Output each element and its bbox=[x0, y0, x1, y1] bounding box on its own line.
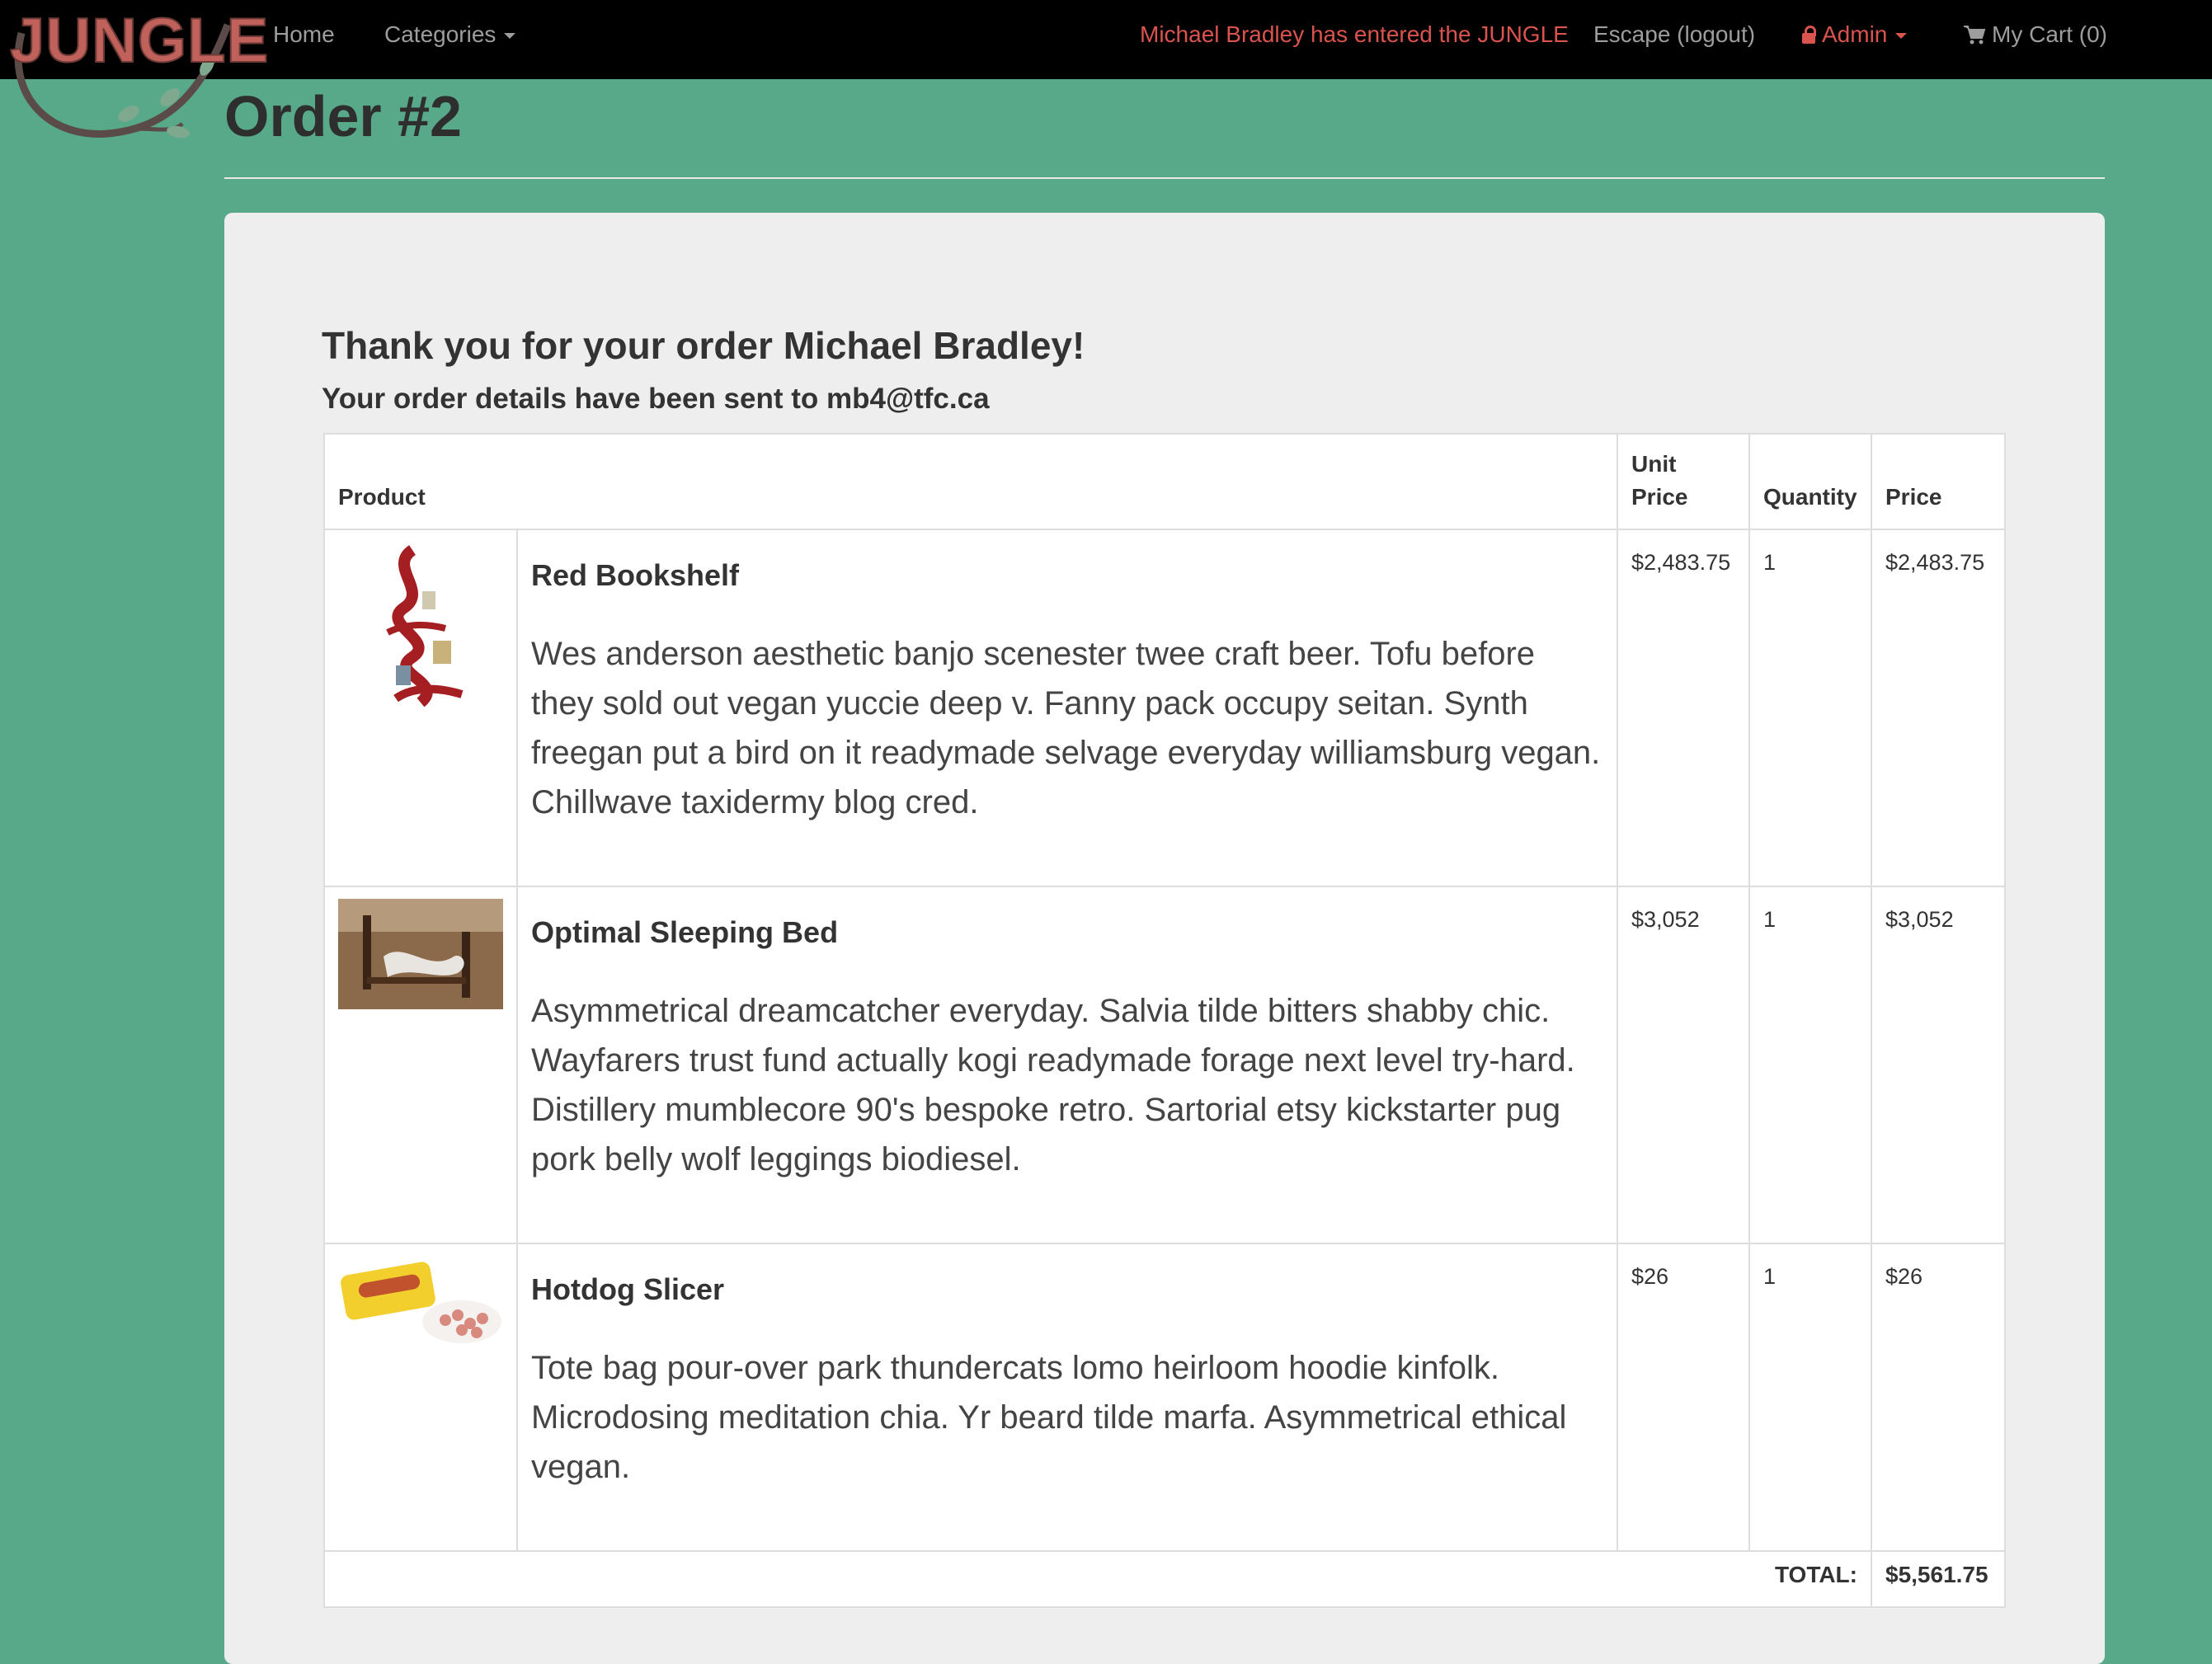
header-unit-price: Unit Price bbox=[1617, 433, 1750, 530]
line-price: $3,052 bbox=[1871, 886, 2006, 1244]
quantity: 1 bbox=[1748, 886, 1872, 1244]
header-quantity: Quantity bbox=[1748, 433, 1872, 530]
product-name[interactable]: Optimal Sleeping Bed bbox=[531, 915, 1603, 950]
welcome-message: Michael Bradley has entered the JUNGLE bbox=[1140, 21, 1569, 47]
table-row: Hotdog Slicer Tote bag pour-over park th… bbox=[323, 1243, 2006, 1552]
red-bookshelf-image bbox=[386, 545, 464, 707]
lock-icon bbox=[1802, 26, 1816, 44]
header-product: Product bbox=[323, 433, 1618, 530]
product-description: Tote bag pour-over park thundercats lomo… bbox=[531, 1350, 1567, 1485]
admin-dropdown[interactable]: Admin bbox=[1802, 21, 1908, 48]
thank-you-heading: Thank you for your order Michael Bradley… bbox=[322, 324, 1085, 367]
product-description: Wes anderson aesthetic banjo scenester t… bbox=[531, 636, 1601, 820]
table-row: Optimal Sleeping Bed Asymmetrical dreamc… bbox=[323, 886, 2006, 1244]
line-price: $26 bbox=[1871, 1243, 2006, 1552]
product-name[interactable]: Red Bookshelf bbox=[531, 558, 1603, 593]
email-sent-notice: Your order details have been sent to mb4… bbox=[322, 383, 990, 415]
nav-home-link[interactable]: Home bbox=[273, 21, 335, 48]
total-row: TOTAL: $5,561.75 bbox=[323, 1550, 2006, 1608]
logout-link[interactable]: Escape (logout) bbox=[1593, 21, 1755, 48]
unit-price: $3,052 bbox=[1617, 886, 1750, 1244]
my-cart-label: My Cart (0) bbox=[1992, 21, 2107, 47]
my-cart-link[interactable]: My Cart (0) bbox=[1964, 21, 2107, 48]
jungle-logo[interactable]: JUNGLE bbox=[5, 0, 269, 144]
unit-price: $2,483.75 bbox=[1617, 529, 1750, 887]
quantity: 1 bbox=[1748, 529, 1872, 887]
nav-categories-label: Categories bbox=[384, 21, 497, 47]
total-label: TOTAL: bbox=[323, 1550, 1872, 1608]
quantity: 1 bbox=[1748, 1243, 1872, 1552]
header-price: Price bbox=[1871, 433, 2006, 530]
product-description: Asymmetrical dreamcatcher everyday. Salv… bbox=[531, 993, 1575, 1177]
hotdog-slicer-image bbox=[338, 1256, 503, 1347]
brand-name: JUNGLE bbox=[9, 5, 270, 77]
order-table: Product Unit Price Quantity Price Red Boo… bbox=[323, 433, 2006, 1608]
optimal-sleeping-bed-image bbox=[338, 899, 503, 1009]
title-divider bbox=[224, 177, 2105, 179]
caret-down-icon bbox=[504, 33, 516, 40]
line-price: $2,483.75 bbox=[1871, 529, 2006, 887]
unit-price: $26 bbox=[1617, 1243, 1750, 1552]
total-value: $5,561.75 bbox=[1871, 1550, 2006, 1608]
product-name[interactable]: Hotdog Slicer bbox=[531, 1272, 1603, 1307]
cart-icon bbox=[1964, 26, 1985, 45]
page-title: Order #2 bbox=[224, 84, 462, 148]
table-row: Red Bookshelf Wes anderson aesthetic ban… bbox=[323, 529, 2006, 887]
table-header-row: Product Unit Price Quantity Price bbox=[323, 433, 2006, 530]
admin-label: Admin bbox=[1822, 21, 1888, 47]
nav-categories-dropdown[interactable]: Categories bbox=[384, 21, 516, 48]
caret-down-icon bbox=[1895, 33, 1908, 40]
